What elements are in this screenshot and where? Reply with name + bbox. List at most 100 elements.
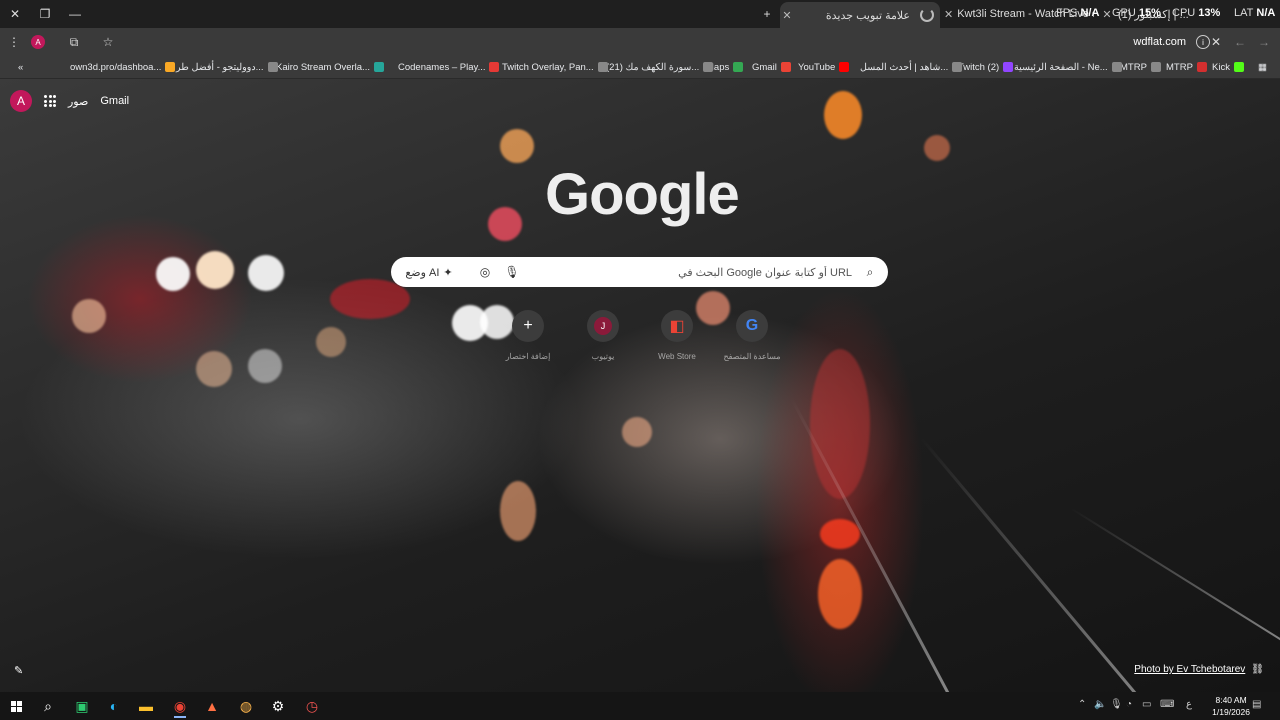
bookmark-favicon-icon bbox=[597, 62, 608, 72]
notifications-icon[interactable]: ▤ bbox=[1252, 699, 1261, 710]
plus-icon: + bbox=[512, 310, 544, 342]
title-bar: ✕ ❐ — + ✕ علامة تبويب جديدة ✕ Kwt3li Str… bbox=[0, 0, 1280, 28]
customize-pencil-icon[interactable]: ✎ bbox=[14, 664, 30, 680]
shortcut-label: Web Store bbox=[658, 352, 696, 361]
new-tab-button[interactable]: + bbox=[756, 4, 778, 24]
all-bookmarks-icon[interactable]: ▦ bbox=[1258, 60, 1267, 74]
close-window-icon[interactable]: ✕ bbox=[4, 4, 26, 24]
avatar: A bbox=[31, 35, 45, 49]
shortcut-label: مساعدة المتصفح bbox=[723, 352, 781, 361]
restore-window-icon[interactable]: ❐ bbox=[34, 4, 56, 24]
chevron-up-icon[interactable]: ⌃ bbox=[1078, 699, 1086, 710]
bookmark-item[interactable]: Kick bbox=[1212, 60, 1244, 74]
bookmark-item[interactable]: Codenames – Play... bbox=[398, 60, 500, 74]
bookmark-favicon-icon bbox=[1196, 62, 1207, 72]
bookmark-item[interactable]: الصفحة الرئيسية - Ne... bbox=[1014, 60, 1122, 74]
images-link[interactable]: صور bbox=[68, 95, 88, 108]
tab-title: علامة تبويب جديدة bbox=[825, 9, 910, 22]
app-a-icon[interactable]: ▲ bbox=[198, 694, 226, 718]
bookmark-favicon-icon bbox=[733, 62, 744, 72]
stop-icon[interactable]: ✕ bbox=[1206, 32, 1226, 52]
ai-mode-button[interactable]: وضع AI ✦ bbox=[403, 262, 455, 282]
bookmark-item[interactable]: own3d.pro/dashboa... bbox=[70, 60, 176, 74]
search-box[interactable]: وضع AI✦ ◎ 🎙 ⌕ bbox=[391, 257, 888, 289]
overwolf-icon[interactable]: ◍ bbox=[232, 694, 260, 718]
bookmark-item[interactable]: MTRP bbox=[1166, 60, 1207, 74]
bookmark-item[interactable]: شاهد | أحدث المسل... bbox=[860, 60, 963, 74]
shortcut-tile[interactable]: ◧ Web Store bbox=[649, 310, 705, 361]
back-arrow-icon[interactable]: → bbox=[1254, 32, 1274, 52]
address-bar[interactable]: wdflat.com i bbox=[990, 32, 1210, 52]
bookmark-item[interactable]: Gmail bbox=[752, 60, 791, 74]
clock[interactable]: 8:40 AM 1/19/2026 bbox=[1212, 694, 1250, 718]
ntp-top-bar: A صور Gmail bbox=[10, 90, 129, 112]
perf-overlay-lat: LAT N/A bbox=[1234, 7, 1276, 19]
photo-credit-link[interactable]: Photo by Ev Tchebotarev ⛓ bbox=[1134, 664, 1264, 675]
browser-toolbar: ⋮ A ⧉ ☆ wdflat.com i ✕ ← → bbox=[0, 28, 1280, 56]
profile-button[interactable]: A bbox=[28, 32, 48, 52]
shortcut-label: يوتيوب bbox=[591, 352, 615, 361]
apps-grid-icon[interactable] bbox=[44, 95, 56, 107]
bookmark-favicon-icon bbox=[1150, 62, 1161, 72]
bookmark-favicon-icon bbox=[780, 62, 791, 72]
windows-start-icon[interactable] bbox=[2, 694, 30, 718]
bookmark-label: Codenames – Play... bbox=[398, 61, 486, 73]
menu-kebab-icon[interactable]: ⋮ bbox=[4, 32, 24, 52]
google-icon: G bbox=[736, 310, 768, 342]
close-tab-icon[interactable]: ✕ bbox=[944, 8, 953, 21]
bookmark-item[interactable]: Kairo Stream Overla... bbox=[276, 60, 384, 74]
close-tab-icon[interactable]: ✕ bbox=[780, 9, 794, 22]
chrome-icon[interactable]: ◉ bbox=[166, 694, 194, 718]
windows-taskbar: ⌕ ▣ ◐ ▬ ◉ ▲ ◍ ⚙ ◷ ⌃ 🔈 🎙 ◔ ▭ ⌨ ع 8:40 AM … bbox=[0, 692, 1280, 720]
bookmark-label: Twitch (2) bbox=[958, 61, 1000, 73]
edge-icon[interactable]: ◐ bbox=[100, 694, 128, 718]
bookmark-item[interactable]: YouTube bbox=[798, 60, 850, 74]
search-input[interactable] bbox=[550, 257, 854, 289]
account-avatar[interactable]: A bbox=[10, 90, 32, 112]
bookmark-star-icon[interactable]: ☆ bbox=[98, 32, 118, 52]
store-icon[interactable]: ▣ bbox=[68, 694, 96, 718]
lens-camera-icon[interactable]: ◎ bbox=[477, 262, 493, 282]
link-icon: ⛓ bbox=[1251, 664, 1264, 675]
chevron-double-left-icon[interactable]: « bbox=[18, 60, 23, 74]
google-logo: Google bbox=[545, 162, 740, 227]
bookmark-favicon-icon bbox=[489, 62, 500, 72]
bookmark-item[interactable]: MTRP bbox=[1120, 60, 1161, 74]
tab-new-tab[interactable]: ✕ علامة تبويب جديدة bbox=[780, 2, 940, 28]
network-icon[interactable]: ◔ bbox=[1126, 699, 1132, 710]
loading-icon bbox=[920, 8, 934, 22]
minimize-window-icon[interactable]: — bbox=[64, 4, 86, 24]
extensions-icon[interactable]: ⧉ bbox=[64, 32, 84, 52]
bookmark-label: Kick bbox=[1212, 61, 1230, 73]
bookmark-favicon-icon bbox=[1233, 62, 1244, 72]
bookmark-label: own3d.pro/dashboa... bbox=[70, 61, 162, 73]
input-language[interactable]: ع bbox=[1186, 699, 1192, 710]
shortcut-tile[interactable]: G مساعدة المتصفح bbox=[723, 310, 781, 361]
search-icon[interactable]: ⌕ bbox=[34, 694, 62, 718]
app-gauge-icon[interactable]: ◷ bbox=[298, 694, 326, 718]
bookmark-label: شاهد | أحدث المسل... bbox=[860, 61, 949, 73]
bookmark-label: MTRP bbox=[1120, 61, 1147, 73]
bookmark-item[interactable]: (21) سورة الكهف مك... bbox=[606, 60, 714, 74]
microphone-icon[interactable]: 🎙 bbox=[1110, 699, 1123, 710]
microphone-icon[interactable]: 🎙 bbox=[504, 262, 520, 282]
add-shortcut-tile[interactable]: + إضافة اختصار bbox=[500, 310, 556, 361]
file-explorer-icon[interactable]: ▬ bbox=[132, 694, 160, 718]
forward-arrow-icon[interactable]: ← bbox=[1230, 32, 1250, 52]
bookmark-label: الصفحة الرئيسية - Ne... bbox=[1014, 61, 1108, 73]
bookmark-item[interactable]: Twitch (2) bbox=[958, 60, 1014, 74]
gmail-link[interactable]: Gmail bbox=[100, 95, 129, 107]
bookmark-favicon-icon bbox=[1111, 62, 1122, 72]
bookmark-favicon-icon bbox=[839, 62, 850, 72]
site-avatar-icon: J bbox=[587, 310, 619, 342]
shortcut-tile[interactable]: J يوتيوب bbox=[575, 310, 631, 361]
bookmark-label: Twitch Overlay, Pan... bbox=[502, 61, 594, 73]
steam-icon[interactable]: ⚙ bbox=[264, 694, 292, 718]
keyboard-icon[interactable]: ⌨ bbox=[1160, 699, 1174, 710]
bookmark-favicon-icon bbox=[1003, 62, 1014, 72]
bookmark-label: دووليتجو - أفضل طر... bbox=[176, 61, 264, 73]
monitor-icon[interactable]: ▭ bbox=[1142, 699, 1151, 710]
bookmark-item[interactable]: دووليتجو - أفضل طر... bbox=[176, 60, 278, 74]
bookmark-item[interactable]: Twitch Overlay, Pan... bbox=[502, 60, 608, 74]
speaker-icon[interactable]: 🔈 bbox=[1094, 699, 1106, 710]
